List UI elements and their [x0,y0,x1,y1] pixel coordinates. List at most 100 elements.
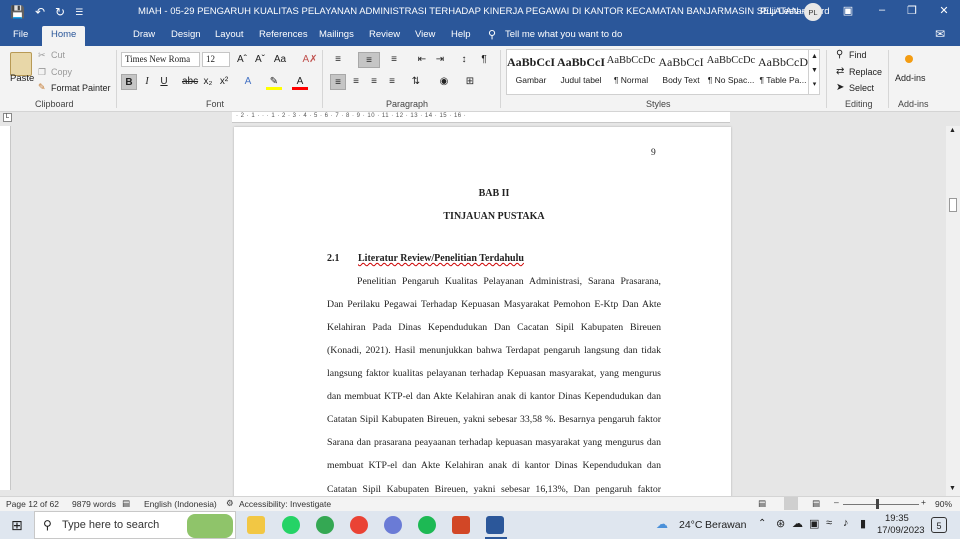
wifi-icon[interactable]: ≈ [826,517,832,529]
find-icon[interactable]: ⚲ [836,49,843,60]
clock-date[interactable]: 17/09/2023 [877,525,925,536]
decrease-indent-icon[interactable]: ⇤ [414,52,430,68]
whatsapp-icon[interactable] [282,516,300,534]
close-icon[interactable]: ✕ [934,4,954,17]
tab-selector-icon[interactable]: L [3,113,12,122]
cut-icon[interactable]: ✂ [38,50,46,61]
strikethrough-button[interactable]: abc [182,74,198,90]
tab-view[interactable]: View [415,29,435,40]
tab-draw[interactable]: Draw [133,29,155,40]
accessibility-status[interactable]: Accessibility: Investigate [239,499,331,509]
shrink-font-icon[interactable]: Aˇ [252,52,268,68]
ribbon-display-icon[interactable]: ▣ [838,4,858,17]
powerpoint-icon[interactable] [452,516,470,534]
tab-help[interactable]: Help [451,29,471,40]
sort-icon[interactable]: ↕ [456,52,472,68]
vertical-ruler[interactable] [0,126,11,490]
weather-icon[interactable]: ☁ [656,517,668,531]
numbering-icon[interactable]: ≡ [358,52,380,68]
save-icon[interactable]: 💾 [10,5,25,19]
zoom-slider[interactable] [843,504,919,505]
taskbar-search[interactable]: ⚲ Type here to search [34,511,236,539]
multilevel-list-icon[interactable]: ≡ [386,52,402,68]
document-page[interactable] [234,127,731,507]
zoom-slider-thumb[interactable] [876,499,879,509]
font-color-icon[interactable]: A [292,74,308,90]
avatar[interactable]: PL [804,3,822,21]
find-button[interactable]: Find [849,50,867,60]
network-icon[interactable]: ⊛ [776,517,785,530]
align-left-icon[interactable]: ≡ [330,74,346,90]
cut-button[interactable]: Cut [51,50,65,60]
addins-icon[interactable] [905,55,913,63]
scrollbar-thumb[interactable] [949,198,957,212]
tab-references[interactable]: References [259,29,308,40]
tab-design[interactable]: Design [171,29,201,40]
grow-font-icon[interactable]: Aˆ [234,52,250,68]
app-icon[interactable] [384,516,402,534]
increase-indent-icon[interactable]: ⇥ [432,52,448,68]
subscript-button[interactable]: x₂ [200,74,216,90]
web-layout-icon[interactable]: ▤ [812,498,820,509]
replace-icon[interactable]: ⇄ [836,66,844,77]
battery-icon[interactable]: ▮ [860,517,866,530]
word-icon[interactable] [486,516,504,534]
shading-icon[interactable]: ◉ [436,74,452,90]
font-name-combo[interactable]: Times New Roma [121,52,200,67]
tell-me-search[interactable]: Tell me what you want to do [505,29,622,40]
minimize-icon[interactable]: – [872,4,892,16]
align-center-icon[interactable]: ≡ [348,74,364,90]
notification-badge[interactable]: 5 [931,517,947,533]
superscript-button[interactable]: x² [216,74,232,90]
borders-icon[interactable]: ⊞ [462,74,478,90]
comments-icon[interactable]: ✉ [935,27,945,41]
select-icon[interactable]: ➤ [836,82,844,93]
replace-button[interactable]: Replace [849,67,882,77]
spotify-icon[interactable] [418,516,436,534]
zoom-level[interactable]: 90% [935,499,952,509]
styles-scroll-icon[interactable]: ▲ ▼ ▾ [808,50,820,94]
restore-icon[interactable]: ❐ [902,4,922,17]
tab-review[interactable]: Review [369,29,400,40]
clock-time[interactable]: 19:35 [885,513,909,524]
chrome-profile-icon[interactable] [350,516,368,534]
video-icon[interactable]: ▣ [809,517,819,530]
scroll-down-icon[interactable]: ▼ [949,485,956,492]
page-counter[interactable]: Page 12 of 62 [6,499,59,509]
volume-icon[interactable]: ♪ [843,517,849,529]
copy-button[interactable]: Copy [51,67,72,77]
line-spacing-icon[interactable]: ⇅ [408,74,424,90]
chrome-icon[interactable] [316,516,334,534]
horizontal-ruler[interactable]: · 2 · 1 · · · 1 · 2 · 3 · 4 · 5 · 6 · 7 … [232,112,730,123]
cloud-icon[interactable]: ☁ [792,517,803,530]
print-layout-icon[interactable] [784,497,798,510]
clear-format-icon[interactable]: A✗ [302,52,318,68]
select-button[interactable]: Select [849,83,874,93]
paste-button[interactable]: Paste [10,73,34,84]
word-count[interactable]: 9879 words [72,499,116,509]
addins-button[interactable]: Add-ins [895,73,926,83]
copy-icon[interactable]: ❐ [38,67,46,78]
style-gambar[interactable]: AaBbCcI Gambar [506,55,556,85]
bullets-icon[interactable]: ≡ [330,52,346,68]
undo-icon[interactable]: ↶ [35,5,45,19]
underline-button[interactable]: U [156,74,172,90]
vertical-scrollbar[interactable]: ▲ ▼ [946,126,960,496]
read-mode-icon[interactable]: ▤ [758,498,766,509]
style-judul-tabel[interactable]: AaBbCcI Judul tabel [556,55,606,85]
text-effects-icon[interactable]: A [240,74,256,90]
font-size-combo[interactable]: 12 [202,52,230,67]
style-table-paragraph[interactable]: AaBbCcD ¶ Table Pa... [758,55,808,85]
tab-layout[interactable]: Layout [215,29,244,40]
zoom-out-icon[interactable]: – [834,497,839,507]
customize-qat-icon[interactable]: ☰ [75,7,83,18]
format-painter-button[interactable]: Format Painter [51,83,111,93]
user-name[interactable]: Puji Lestari [760,6,807,17]
justify-icon[interactable]: ≡ [384,74,400,90]
bold-button[interactable]: B [121,74,137,90]
scroll-up-icon[interactable]: ▲ [949,127,956,134]
zoom-in-icon[interactable]: + [921,497,926,507]
redo-icon[interactable]: ↻ [55,5,65,19]
style-normal[interactable]: AaBbCcDc ¶ Normal [606,55,656,85]
weather-temp[interactable]: 24°C [679,519,702,531]
